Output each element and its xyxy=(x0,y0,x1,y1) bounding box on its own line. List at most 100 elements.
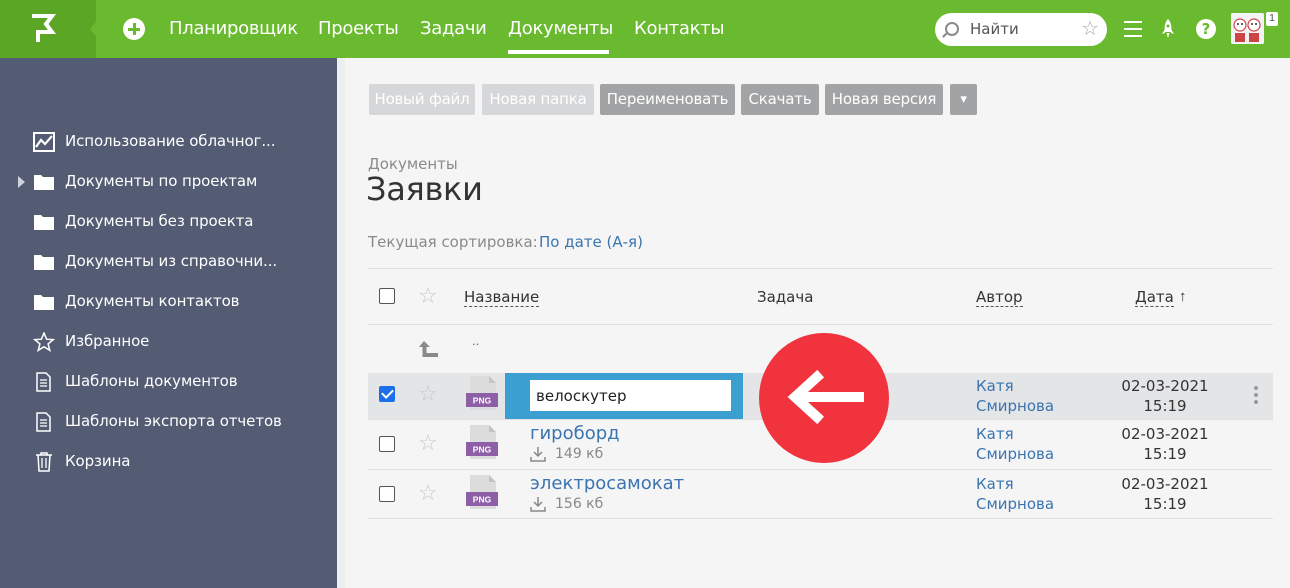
sort-value-link[interactable]: По дате (А-я) xyxy=(539,233,643,251)
column-header-author[interactable]: Автор xyxy=(976,288,1023,307)
select-all-checkbox[interactable] xyxy=(379,288,395,304)
file-type-label: PNG xyxy=(473,396,492,406)
divider xyxy=(368,268,1273,269)
author-last-name: Смирнова xyxy=(976,495,1055,513)
nav-item-documents[interactable]: Документы xyxy=(508,18,613,39)
expand-caret-icon[interactable] xyxy=(18,176,25,188)
annotation-circle xyxy=(759,333,889,463)
divider xyxy=(368,469,1273,470)
download-icon[interactable] xyxy=(530,496,546,512)
time-value: 15:19 xyxy=(1143,397,1187,415)
logo-flag-icon[interactable] xyxy=(30,14,56,44)
sort-label: Текущая сортировка: xyxy=(368,233,538,251)
row-date: 02-03-2021 15:19 xyxy=(1110,376,1220,416)
sidebar-item-cloud-usage[interactable]: Использование облачног... xyxy=(0,128,337,156)
parent-folder-icon[interactable] xyxy=(418,338,440,360)
new-folder-button[interactable]: Новая папка xyxy=(482,84,594,115)
star-icon[interactable]: ☆ xyxy=(418,482,438,504)
column-header-date[interactable]: Дата xyxy=(1135,288,1174,307)
divider xyxy=(368,518,1273,519)
sidebar: Использование облачног... Документы по п… xyxy=(0,58,337,588)
file-type-label: PNG xyxy=(473,495,492,505)
sidebar-item-trash[interactable]: Корзина xyxy=(0,448,337,476)
date-value: 02-03-2021 xyxy=(1121,475,1209,493)
date-value: 02-03-2021 xyxy=(1121,425,1209,443)
png-file-icon: PNG xyxy=(466,475,498,509)
png-file-icon: PNG xyxy=(466,376,498,410)
file-size: 149 кб xyxy=(555,446,604,462)
column-header-task: Задача xyxy=(757,288,814,306)
nav-active-indicator xyxy=(508,50,609,54)
add-button[interactable] xyxy=(123,18,145,40)
search-box[interactable]: ☆ xyxy=(935,13,1107,46)
trash-icon xyxy=(36,452,52,472)
sidebar-item-favorites[interactable]: Избранное xyxy=(0,328,337,356)
star-icon[interactable]: ☆ xyxy=(1081,18,1099,40)
nav-item-projects[interactable]: Проекты xyxy=(318,18,399,39)
row-checkbox[interactable] xyxy=(379,486,395,502)
row-date: 02-03-2021 15:19 xyxy=(1110,424,1220,464)
nav-item-contacts[interactable]: Контакты xyxy=(634,18,725,39)
search-input[interactable] xyxy=(970,20,1070,38)
more-dropdown-button[interactable]: ▾ xyxy=(950,84,977,115)
time-value: 15:19 xyxy=(1143,445,1187,463)
sidebar-item-report-export-templates[interactable]: Шаблоны экспорта отчетов xyxy=(0,408,337,436)
author-link[interactable]: Катя Смирнова xyxy=(976,474,1054,514)
sidebar-item-label: Документы из справочни... xyxy=(65,252,278,270)
avatar[interactable] xyxy=(1231,13,1264,44)
folder-icon xyxy=(34,295,54,310)
file-name-link[interactable]: гироборд xyxy=(530,423,620,444)
file-name-link[interactable]: электросамокат xyxy=(530,473,684,494)
sidebar-item-reference-documents[interactable]: Документы из справочни... xyxy=(0,248,337,276)
star-icon[interactable]: ☆ xyxy=(418,383,438,405)
author-link[interactable]: Катя Смирнова xyxy=(976,424,1054,464)
sort-ascending-icon: ↑ xyxy=(1179,288,1187,305)
rename-button[interactable]: Переименовать xyxy=(600,84,735,115)
star-icon[interactable]: ☆ xyxy=(418,432,438,454)
nav-item-tasks[interactable]: Задачи xyxy=(420,18,487,39)
sidebar-item-label: Использование облачног... xyxy=(65,132,276,150)
parent-folder-link[interactable]: .. xyxy=(472,333,479,348)
sidebar-item-documents-without-project[interactable]: Документы без проекта xyxy=(0,208,337,236)
download-icon[interactable] xyxy=(530,446,546,462)
date-value: 02-03-2021 xyxy=(1121,377,1209,395)
logo-arrow xyxy=(90,0,114,58)
row-checkbox[interactable] xyxy=(379,436,395,452)
author-last-name: Смирнова xyxy=(976,397,1055,415)
author-link[interactable]: Катя Смирнова xyxy=(976,376,1054,416)
row-date: 02-03-2021 15:19 xyxy=(1110,474,1220,514)
divider xyxy=(368,324,1273,325)
new-version-button[interactable]: Новая версия xyxy=(825,84,943,115)
file-size: 156 кб xyxy=(555,496,604,512)
rocket-icon[interactable] xyxy=(1158,18,1178,40)
document-icon xyxy=(36,372,51,392)
sidebar-item-document-templates[interactable]: Шаблоны документов xyxy=(0,368,337,396)
row-checkbox[interactable] xyxy=(379,386,395,402)
left-arrow-icon xyxy=(787,369,864,425)
sidebar-item-label: Документы контактов xyxy=(65,292,240,310)
rename-input[interactable] xyxy=(530,380,731,411)
page-title: Заявки xyxy=(366,170,483,208)
download-button[interactable]: Скачать xyxy=(741,84,819,115)
top-navigation-bar: Планировщик Проекты Задачи Документы Кон… xyxy=(0,0,1290,58)
author-first-name: Катя xyxy=(976,377,1014,395)
sidebar-item-label: Шаблоны документов xyxy=(65,372,238,390)
star-icon[interactable]: ☆ xyxy=(418,285,438,307)
sidebar-divider xyxy=(337,58,345,588)
folder-icon xyxy=(34,215,54,230)
sidebar-item-label: Корзина xyxy=(65,452,131,470)
sidebar-item-contact-documents[interactable]: Документы контактов xyxy=(0,288,337,316)
notification-badge: 1 xyxy=(1266,12,1278,26)
column-header-name[interactable]: Название xyxy=(464,288,540,307)
nav-item-planner[interactable]: Планировщик xyxy=(169,18,298,39)
file-type-label: PNG xyxy=(473,445,492,455)
sidebar-item-label: Документы по проектам xyxy=(65,172,258,190)
author-first-name: Катя xyxy=(976,425,1014,443)
document-icon xyxy=(36,412,51,432)
sidebar-item-project-documents[interactable]: Документы по проектам xyxy=(0,168,337,196)
avatar-image xyxy=(1231,13,1264,44)
help-icon[interactable]: ? xyxy=(1196,19,1216,39)
new-file-button[interactable]: Новый файл xyxy=(369,84,475,115)
row-actions-icon[interactable] xyxy=(1254,386,1258,406)
hamburger-menu-icon[interactable] xyxy=(1124,21,1142,37)
